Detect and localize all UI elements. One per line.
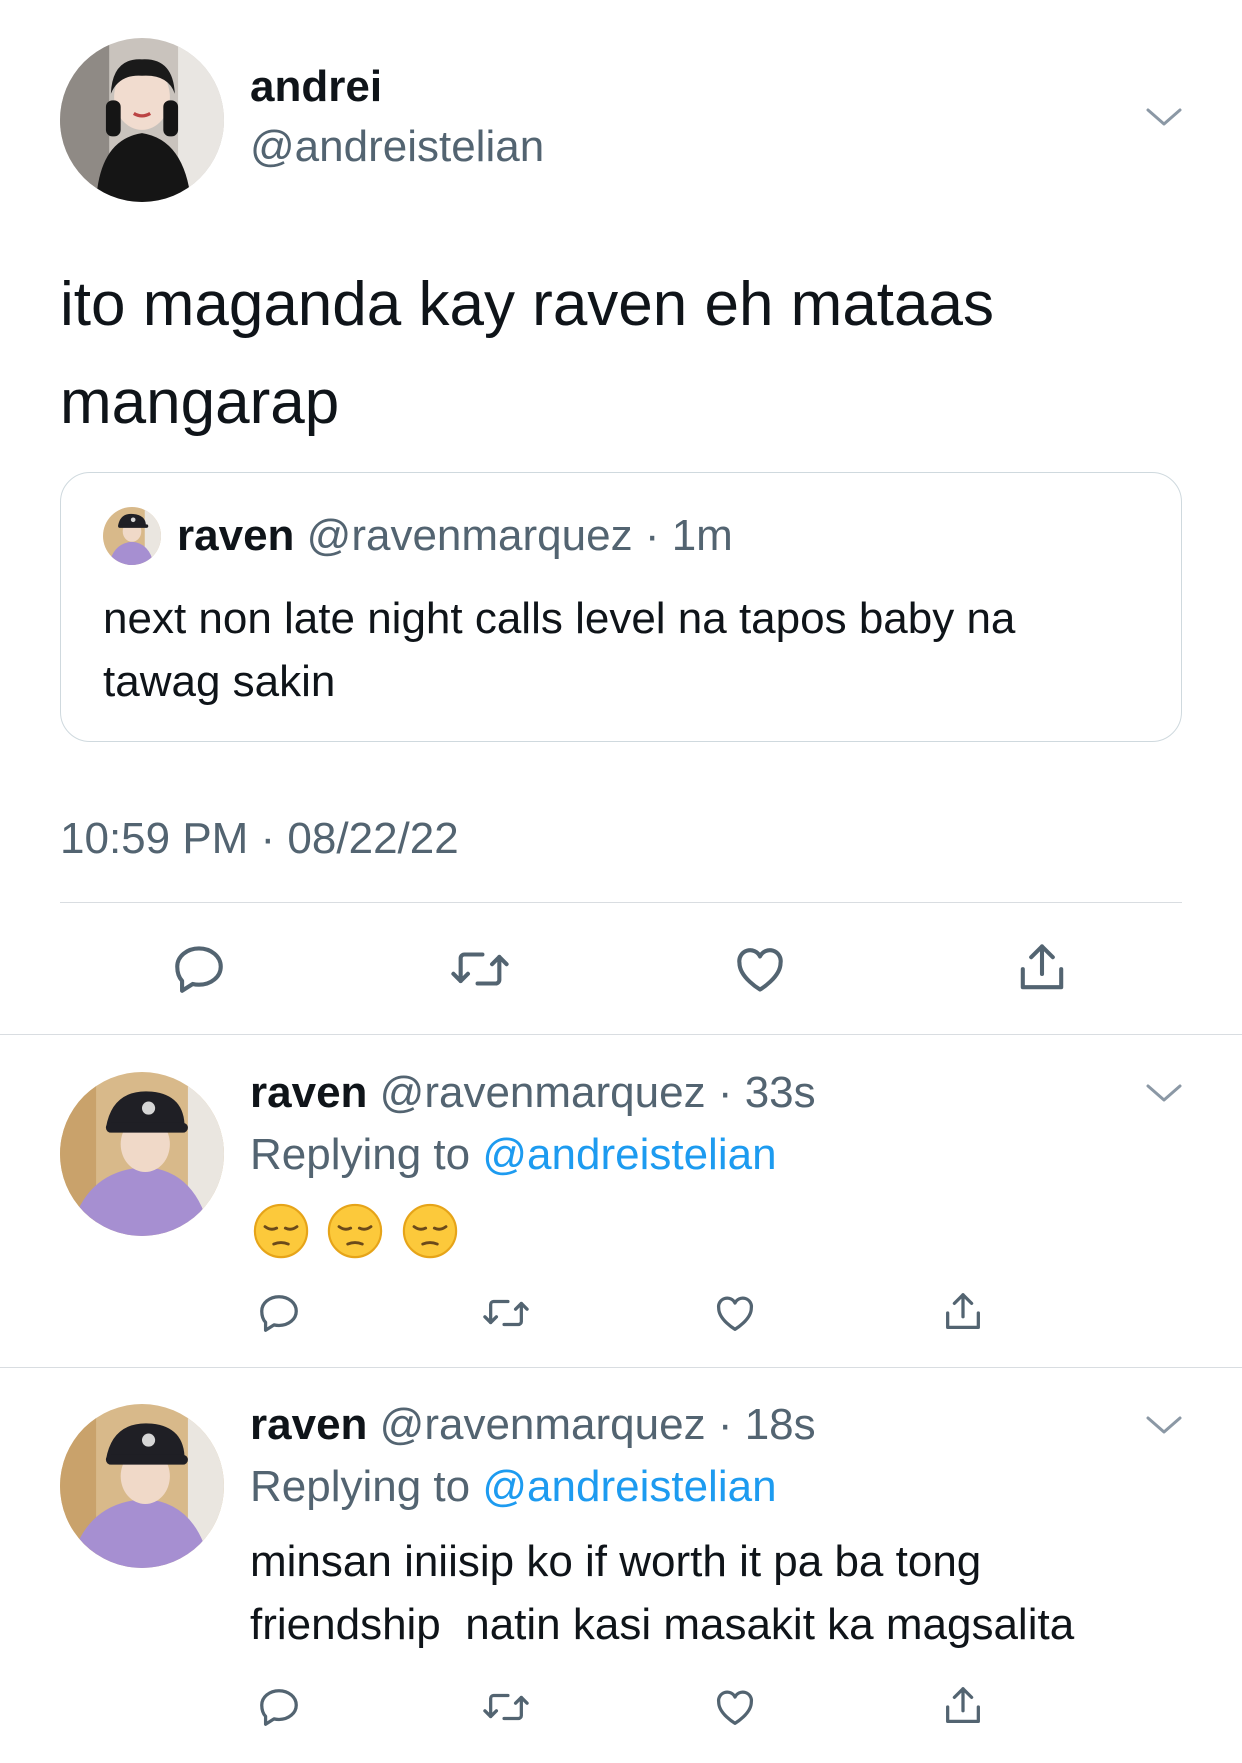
quoted-author-avatar bbox=[103, 507, 161, 565]
reply-author-avatar[interactable] bbox=[60, 1404, 224, 1568]
like-icon[interactable] bbox=[712, 1290, 758, 1336]
pensive-face-icon bbox=[253, 1203, 309, 1259]
retweet-icon[interactable] bbox=[448, 940, 512, 998]
share-icon[interactable] bbox=[1013, 938, 1071, 998]
quoted-display-name: raven bbox=[177, 511, 295, 560]
divider bbox=[0, 1034, 1242, 1035]
share-icon[interactable] bbox=[940, 1288, 986, 1336]
author-avatar[interactable] bbox=[60, 38, 224, 202]
reply-header: raven @ravenmarquez · 33s bbox=[250, 1068, 816, 1118]
pensive-face-icon bbox=[328, 1203, 383, 1259]
quoted-tweet-card[interactable]: raven @ravenmarquez · 1m next non late n… bbox=[60, 472, 1182, 742]
chevron-down-icon[interactable] bbox=[1144, 1080, 1184, 1106]
quoted-tweet-header: raven @ravenmarquez · 1m bbox=[177, 511, 733, 561]
reply-icon[interactable] bbox=[256, 1290, 302, 1336]
replying-to-line: Replying to @andreistelian bbox=[250, 1462, 777, 1512]
reply-time: · 18s bbox=[717, 1400, 816, 1449]
reply-icon[interactable] bbox=[256, 1684, 302, 1730]
reply-emojis bbox=[252, 1202, 471, 1265]
reply-text: minsan iniisip ko if worth it pa ba tong… bbox=[250, 1537, 1075, 1649]
divider bbox=[60, 902, 1182, 903]
tweet-timestamp[interactable]: 10:59 PM · 08/22/22 bbox=[60, 814, 459, 864]
like-icon[interactable] bbox=[712, 1684, 758, 1730]
author-handle[interactable]: @andreistelian bbox=[250, 122, 544, 172]
author-display-name[interactable]: andrei bbox=[250, 62, 382, 112]
share-icon[interactable] bbox=[940, 1682, 986, 1730]
chevron-down-icon[interactable] bbox=[1144, 104, 1184, 130]
reply-handle[interactable]: @ravenmarquez bbox=[380, 1068, 706, 1117]
pensive-face-icon bbox=[402, 1203, 458, 1259]
chevron-down-icon[interactable] bbox=[1144, 1412, 1184, 1438]
replying-to-label: Replying to bbox=[250, 1462, 471, 1511]
quoted-tweet-text: next non late night calls level na tapos… bbox=[103, 594, 1016, 706]
reply-display-name[interactable]: raven bbox=[250, 1068, 367, 1117]
divider bbox=[0, 1367, 1242, 1368]
replying-to-label: Replying to bbox=[250, 1130, 471, 1179]
reply-handle[interactable]: @ravenmarquez bbox=[380, 1400, 706, 1449]
reply-time: · 33s bbox=[717, 1068, 816, 1117]
reply-display-name[interactable]: raven bbox=[250, 1400, 367, 1449]
quoted-handle: @ravenmarquez bbox=[306, 511, 633, 560]
replying-to-link[interactable]: @andreistelian bbox=[482, 1130, 776, 1179]
reply-header: raven @ravenmarquez · 18s bbox=[250, 1400, 816, 1450]
reply-author-avatar[interactable] bbox=[60, 1072, 224, 1236]
quoted-time: · 1m bbox=[644, 511, 733, 560]
tweet-text: ito maganda kay raven eh mataas mangarap bbox=[60, 270, 994, 437]
retweet-icon[interactable] bbox=[480, 1290, 532, 1336]
like-icon[interactable] bbox=[731, 940, 789, 998]
reply-icon[interactable] bbox=[170, 940, 228, 998]
replying-to-link[interactable]: @andreistelian bbox=[482, 1462, 776, 1511]
replying-to-line: Replying to @andreistelian bbox=[250, 1130, 777, 1180]
retweet-icon[interactable] bbox=[480, 1684, 532, 1730]
